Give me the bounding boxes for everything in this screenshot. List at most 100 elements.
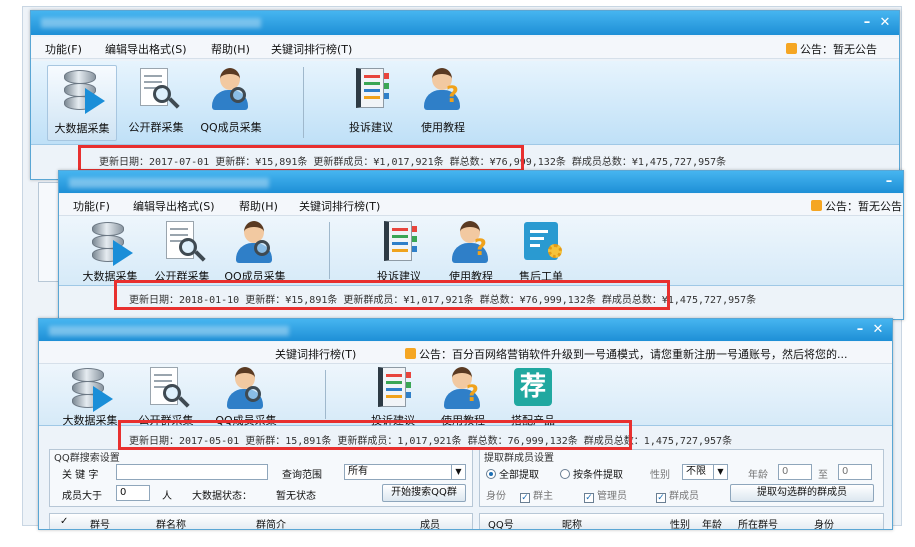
checkbox-checked-icon[interactable]: ✓ xyxy=(584,493,594,503)
keyword-input[interactable] xyxy=(116,464,268,480)
public-group-button[interactable]: 公开群采集 xyxy=(149,218,215,284)
highlight-box-1 xyxy=(78,145,524,172)
window-2-titlebar[interactable]: – xyxy=(59,171,903,193)
menu-function[interactable]: 功能(F) xyxy=(73,198,110,214)
chevron-down-icon[interactable]: ▼ xyxy=(713,465,727,479)
menu-export-format[interactable]: 编辑导出格式(S) xyxy=(133,198,215,214)
big-data-button[interactable]: 大数据采集 xyxy=(75,218,145,284)
window-1-content-left xyxy=(38,182,60,282)
complaint-button[interactable]: 投诉建议 xyxy=(369,218,429,284)
service-ticket-icon xyxy=(518,218,564,270)
extract-all-radio[interactable]: 全部提取 xyxy=(486,466,539,481)
menu-keyword-rank[interactable]: 关键词排行榜(T) xyxy=(271,41,352,57)
owner-checkbox[interactable]: ✓ 群主 xyxy=(520,487,553,503)
products-button[interactable]: 荐 搭配产品 xyxy=(503,364,563,428)
extract-panel: 提取群成员设置 全部提取 按条件提取 性别 不限 ▼ 年龄 0 至 0 身份 ✓ 群… xyxy=(479,449,884,507)
qq-member-button[interactable]: QQ成员采集 xyxy=(219,218,291,284)
col-group-name[interactable]: 群名称 xyxy=(156,516,186,529)
start-search-button[interactable]: 开始搜索QQ群 xyxy=(382,484,466,502)
highlight-box-3 xyxy=(118,420,632,450)
complaint-button[interactable]: 投诉建议 xyxy=(341,65,401,135)
window-2-toolbar: 大数据采集 公开群采集 QQ成员采集 投诉建议 ? 使用教程 售后工单 xyxy=(59,216,903,286)
members-input[interactable]: 0 xyxy=(116,485,150,501)
tutorial-button[interactable]: ? 使用教程 xyxy=(441,218,501,284)
help-user-icon: ? xyxy=(448,218,494,270)
database-icon xyxy=(87,218,133,270)
database-icon xyxy=(67,364,113,416)
qq-search-panel: QQ群搜索设置 关 键 字 查询范围 所有 ▼ 成员大于 0 人 大数据状态： 暂… xyxy=(49,449,473,507)
help-user-icon: ? xyxy=(420,65,466,117)
public-group-button[interactable]: 公开群采集 xyxy=(123,65,189,135)
big-data-button[interactable]: 大数据采集 xyxy=(55,364,125,428)
admin-label: 管理员 xyxy=(597,491,627,502)
big-data-label: 大数据采集 xyxy=(54,122,110,135)
col-members[interactable]: 成员 xyxy=(420,516,440,529)
extract-all-label: 全部提取 xyxy=(499,470,539,481)
tutorial-button[interactable]: ? 使用教程 xyxy=(433,364,493,428)
bigdata-status-label: 大数据状态： xyxy=(192,491,252,502)
document-search-icon xyxy=(143,364,190,416)
window-3-toolbar: 大数据采集 公开群采集 QQ成员采集 投诉建议 ? 使用教程 荐 搭配产品 xyxy=(39,364,892,428)
col-check[interactable]: ✓ xyxy=(60,516,68,527)
radio-selected-icon[interactable] xyxy=(486,469,496,479)
public-group-button[interactable]: 公开群采集 xyxy=(133,364,199,428)
qq-member-button[interactable]: QQ成员采集 xyxy=(207,364,285,428)
chevron-down-icon[interactable]: ▼ xyxy=(451,465,465,479)
qq-member-label: QQ成员采集 xyxy=(200,121,262,134)
minimize-icon[interactable]: – xyxy=(852,322,868,338)
big-data-button[interactable]: 大数据采集 xyxy=(47,65,117,141)
menu-help[interactable]: 帮助(H) xyxy=(211,41,250,57)
complaint-button[interactable]: 投诉建议 xyxy=(363,364,423,428)
window-1-titlebar[interactable]: – ✕ xyxy=(31,11,899,35)
menu-keyword-rank[interactable]: 关键词排行榜(T) xyxy=(275,346,356,362)
document-search-icon xyxy=(159,218,206,270)
col-group-id[interactable]: 所在群号 xyxy=(738,516,778,529)
speaker-icon xyxy=(811,200,822,211)
user-search-icon xyxy=(208,65,254,117)
qq-member-button[interactable]: QQ成员采集 xyxy=(195,65,267,135)
close-icon[interactable]: ✕ xyxy=(870,322,886,338)
member-checkbox[interactable]: ✓ 群成员 xyxy=(656,487,699,503)
col-qq-number[interactable]: QQ号 xyxy=(488,516,514,529)
window-3-titlebar[interactable]: – ✕ xyxy=(39,319,892,341)
col-gender[interactable]: 性别 xyxy=(670,516,690,529)
toolbar-separator xyxy=(303,67,304,138)
speaker-icon xyxy=(405,348,416,359)
close-icon[interactable]: ✕ xyxy=(877,15,893,31)
col-group-number[interactable]: 群号 xyxy=(90,516,110,529)
after-sales-button[interactable]: 售后工单 xyxy=(511,218,571,284)
col-identity[interactable]: 身份 xyxy=(814,516,834,529)
window-3-menubar: 关键词排行榜(T) 公告：百分百网络营销软件升级到一号通模式，请您重新注册一号通… xyxy=(39,342,892,364)
minimize-icon[interactable]: – xyxy=(881,174,897,190)
menu-help[interactable]: 帮助(H) xyxy=(239,198,278,214)
menu-function[interactable]: 功能(F) xyxy=(45,41,82,57)
owner-label: 群主 xyxy=(533,491,553,502)
checkbox-checked-icon[interactable]: ✓ xyxy=(656,493,666,503)
checkbox-checked-icon[interactable]: ✓ xyxy=(520,493,530,503)
gender-select[interactable]: 不限 ▼ xyxy=(682,464,728,480)
notice-label: 公告： xyxy=(825,200,858,213)
admin-checkbox[interactable]: ✓ 管理员 xyxy=(584,487,627,503)
member-label: 群成员 xyxy=(669,491,699,502)
menu-export-format[interactable]: 编辑导出格式(S) xyxy=(105,41,187,57)
document-search-icon xyxy=(133,65,180,117)
col-nickname[interactable]: 昵称 xyxy=(562,516,582,529)
age-to-input[interactable]: 0 xyxy=(838,464,872,480)
notice-label: 公告： xyxy=(800,43,833,56)
radio-icon[interactable] xyxy=(560,469,570,479)
range-value: 所有 xyxy=(348,466,368,477)
extract-cond-radio[interactable]: 按条件提取 xyxy=(560,466,623,481)
range-select[interactable]: 所有 ▼ xyxy=(344,464,466,480)
minimize-icon[interactable]: – xyxy=(859,15,875,31)
col-group-intro[interactable]: 群简介 xyxy=(256,516,286,529)
toolbar-separator xyxy=(325,370,326,419)
menu-keyword-rank[interactable]: 关键词排行榜(T) xyxy=(299,198,380,214)
notice: 公告：暂无公告 xyxy=(786,41,877,57)
age-from-input[interactable]: 0 xyxy=(778,464,812,480)
tutorial-button[interactable]: ? 使用教程 xyxy=(413,65,473,135)
col-age[interactable]: 年龄 xyxy=(702,516,722,529)
extract-members-button[interactable]: 提取勾选群的群成员 xyxy=(730,484,874,502)
jian-icon: 荐 xyxy=(510,364,556,416)
notice: 公告：百分百网络营销软件升级到一号通模式，请您重新注册一号通账号，然后将您的..… xyxy=(405,346,848,362)
user-search-icon xyxy=(223,364,269,416)
